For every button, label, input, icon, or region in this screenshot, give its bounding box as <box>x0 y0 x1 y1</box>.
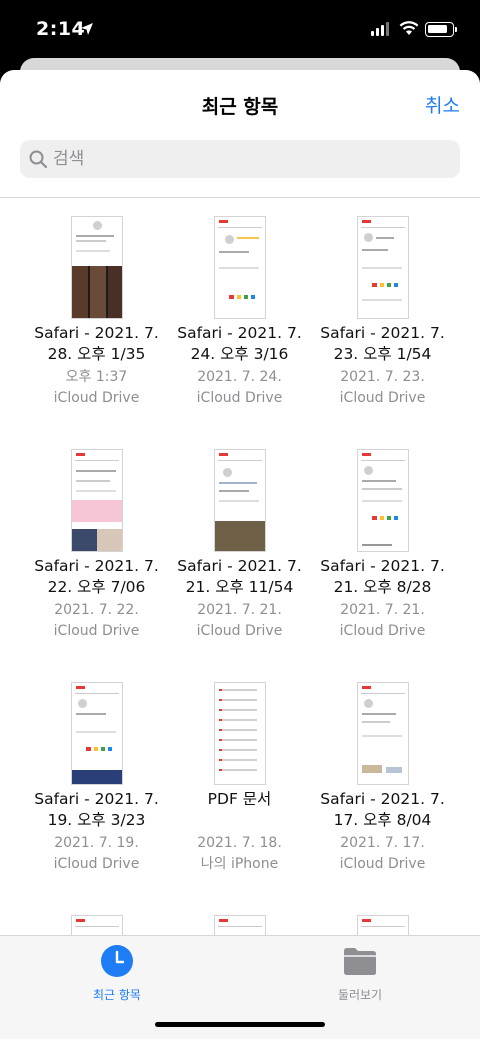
file-date: 오후 1:37 <box>65 369 128 385</box>
search-field[interactable] <box>20 140 460 178</box>
search-input[interactable] <box>53 140 443 178</box>
file-thumbnail <box>357 682 409 785</box>
file-location: iCloud Drive <box>53 623 140 639</box>
tab-browse-label: 둘러보기 <box>337 988 383 1002</box>
file-location: iCloud Drive <box>339 856 426 872</box>
signal-icon <box>371 22 389 36</box>
file-date: 2021. 7. 18. <box>197 835 282 851</box>
file-location: iCloud Drive <box>196 623 283 639</box>
divider <box>0 197 480 198</box>
file-date: 2021. 7. 22. <box>54 602 139 618</box>
file-location: iCloud Drive <box>53 856 140 872</box>
file-location: iCloud Drive <box>339 390 426 406</box>
file-location: iCloud Drive <box>53 390 140 406</box>
file-name: Safari - 2021. 7. 24. 오후 3/16 <box>177 324 302 363</box>
file-thumbnail <box>71 449 123 552</box>
file-thumbnail <box>71 216 123 319</box>
search-icon <box>29 150 47 168</box>
file-thumbnail <box>214 682 266 785</box>
wifi-icon <box>399 21 419 35</box>
tab-browse[interactable]: 둘러보기 <box>305 944 415 1003</box>
home-indicator <box>155 1022 325 1027</box>
file-name: Safari - 2021. 7. 23. 오후 1/54 <box>320 324 445 363</box>
file-date: 2021. 7. 19. <box>54 835 139 851</box>
file-location: 나의 iPhone <box>200 856 279 872</box>
status-bar: 2:14 <box>0 0 480 60</box>
tab-recent[interactable]: 최근 항목 <box>62 944 172 1003</box>
tab-recent-label: 최근 항목 <box>93 988 141 1002</box>
file-thumbnail <box>214 449 266 552</box>
battery-icon <box>425 22 457 37</box>
clock-icon <box>101 945 133 977</box>
recents-sheet: 최근 항목 취소 Safari - 2021. 7. 28. 오후 1/35 오… <box>0 70 480 1039</box>
file-thumbnail <box>357 216 409 319</box>
file-name: PDF 문서 <box>207 790 272 808</box>
file-name: Safari - 2021. 7. 22. 오후 7/06 <box>34 557 159 596</box>
file-thumbnail <box>71 682 123 785</box>
file-thumbnail <box>214 216 266 319</box>
file-name: Safari - 2021. 7. 28. 오후 1/35 <box>34 324 159 363</box>
file-name: Safari - 2021. 7. 17. 오후 8/04 <box>320 790 445 829</box>
status-time: 2:14 <box>36 18 86 40</box>
file-date: 2021. 7. 23. <box>340 369 425 385</box>
file-location: iCloud Drive <box>196 390 283 406</box>
file-name: Safari - 2021. 7. 21. 오후 11/54 <box>177 557 302 596</box>
file-date: 2021. 7. 17. <box>340 835 425 851</box>
location-arrow-icon <box>81 23 93 35</box>
file-date: 2021. 7. 24. <box>197 369 282 385</box>
file-name: Safari - 2021. 7. 21. 오후 8/28 <box>320 557 445 596</box>
folder-icon <box>344 948 376 975</box>
file-location: iCloud Drive <box>339 623 426 639</box>
file-date: 2021. 7. 21. <box>340 602 425 618</box>
file-date: 2021. 7. 21. <box>197 602 282 618</box>
page-title: 최근 항목 <box>201 96 279 118</box>
file-thumbnail <box>357 449 409 552</box>
cancel-button[interactable]: 취소 <box>425 91 460 118</box>
file-name: Safari - 2021. 7. 19. 오후 3/23 <box>34 790 159 829</box>
